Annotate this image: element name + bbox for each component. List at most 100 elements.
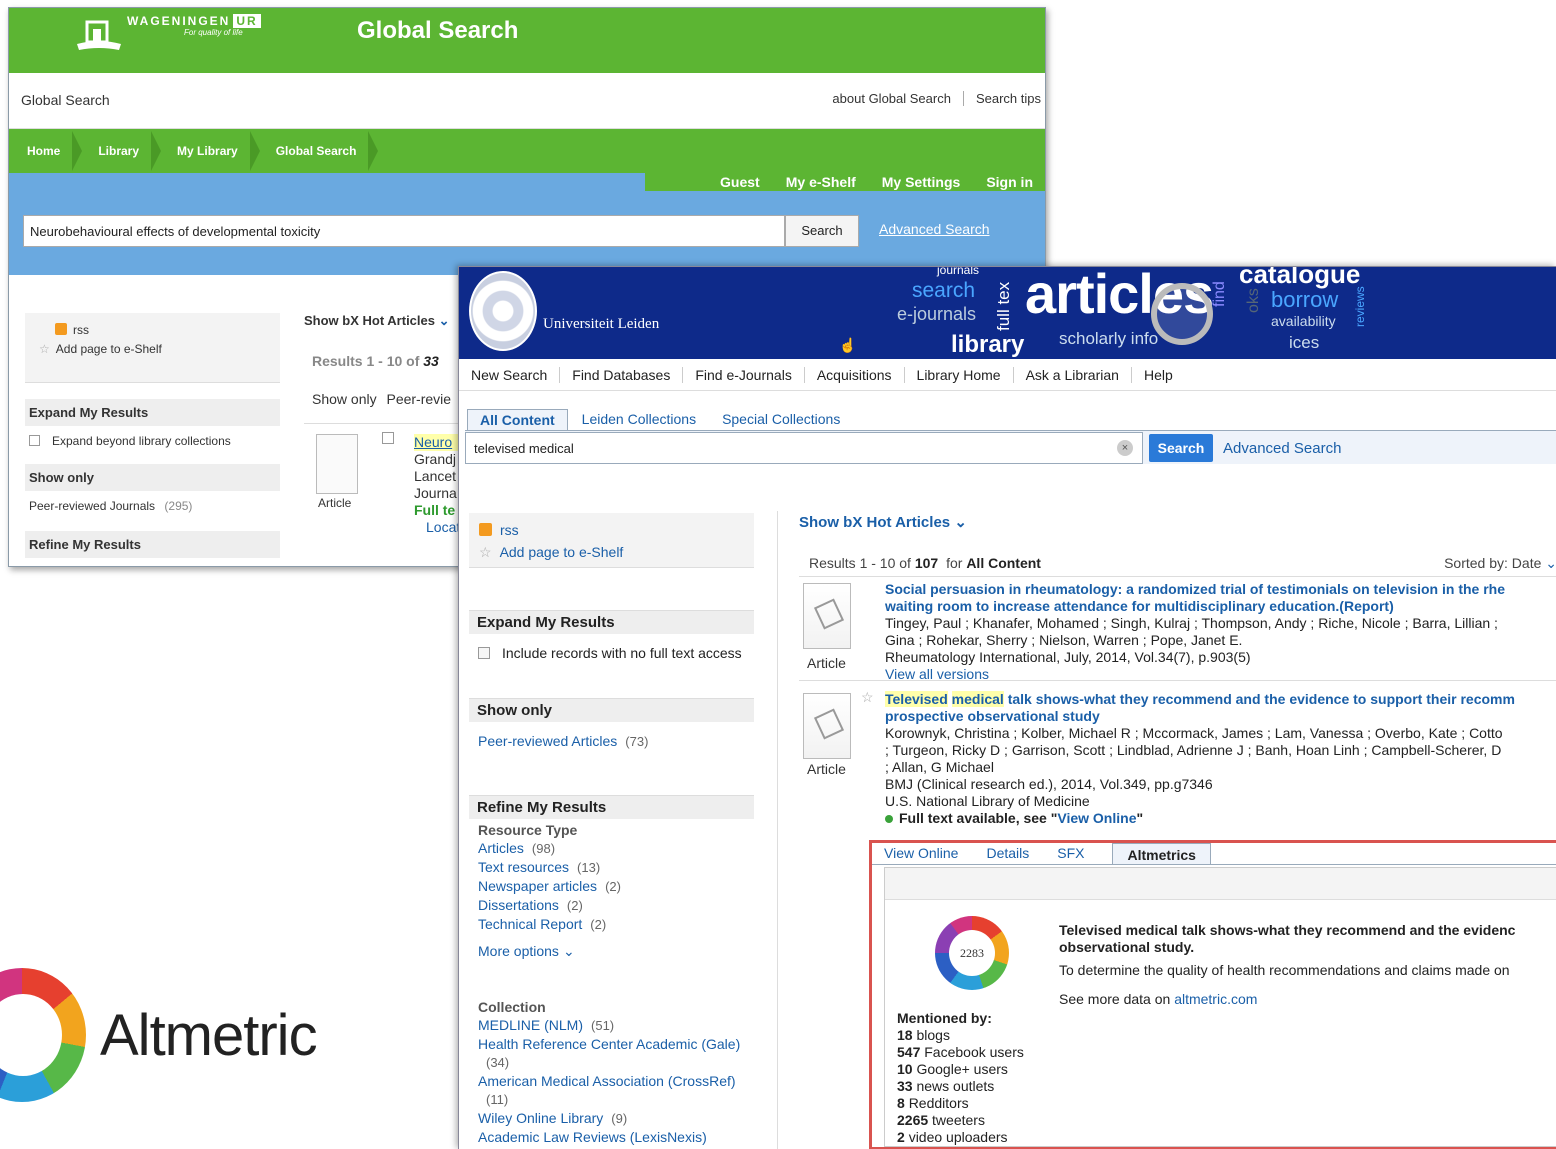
add-eshelf-link[interactable]: ☆ Add page to e-Shelf [479, 541, 754, 563]
search-button[interactable]: Search [785, 215, 859, 247]
facet-item[interactable]: Academic Law Reviews (LexisNexis) [478, 1128, 745, 1146]
advanced-search-link[interactable]: Advanced Search [1223, 440, 1341, 457]
altmetrics-panel: View Online Details SFX Altmetrics 2283 … [869, 840, 1556, 1149]
leiden-window: Universiteit Leiden journals search e-jo… [458, 266, 1556, 1149]
nav-help[interactable]: Help [1132, 367, 1185, 383]
university-seal-icon [469, 271, 537, 351]
star-icon[interactable]: ☆ [861, 689, 874, 706]
breadcrumb-global-search[interactable]: Global Search [276, 131, 379, 171]
peer-reviewed-link[interactable]: Peer-reviewed Articles (73) [469, 722, 754, 757]
breadcrumb-home[interactable]: Home [27, 131, 83, 171]
article-type-label: Article [807, 761, 846, 777]
select-checkbox[interactable] [382, 432, 394, 444]
sign-in-link[interactable]: Sign in [986, 174, 1033, 190]
banner-word: e-journals [897, 304, 977, 324]
facet-item[interactable]: Technical Report (2) [478, 915, 745, 934]
chevron-down-icon: ⌄ [1545, 555, 1556, 571]
wur-logo-icon [77, 20, 121, 50]
rss-link[interactable]: rss [479, 519, 754, 541]
sort-control[interactable]: Sorted by: Date ⌄ [1444, 555, 1556, 572]
peer-reviewed-link[interactable]: Peer-reviewed Journals (295) [25, 491, 280, 521]
mention-item: 2265 tweeters [897, 1112, 985, 1128]
breadcrumb-my-library[interactable]: My Library [177, 131, 260, 171]
record-title-cont[interactable]: prospective observational study [885, 708, 1556, 725]
clear-icon[interactable]: × [1117, 440, 1133, 456]
search-input[interactable]: Neurobehavioural effects of developmenta… [23, 215, 785, 247]
article-thumbnail-icon[interactable] [803, 583, 851, 649]
advanced-search-link[interactable]: Advanced Search [879, 221, 990, 237]
record-authors-cont: Gina ; Rohekar, Sherry ; Nielson, Warren… [885, 632, 1243, 648]
rss-block: rss ☆ Add page to e-Shelf [25, 313, 280, 383]
expand-option[interactable]: Expand beyond library collections [25, 426, 280, 456]
altmetric-donut-icon[interactable]: 2283 [935, 916, 1009, 990]
settings-link[interactable]: My Settings [882, 174, 961, 190]
mention-item: 2 video uploaders [897, 1129, 1008, 1145]
search-tips-link[interactable]: Search tips [962, 91, 1041, 106]
record-author: Grandj [414, 451, 457, 467]
altmetric-link[interactable]: altmetric.com [1174, 991, 1257, 1007]
magnifier-icon [1151, 283, 1213, 345]
nav-ask-librarian[interactable]: Ask a Librarian [1014, 366, 1132, 383]
add-eshelf-link[interactable]: ☆ Add page to e-Shelf [39, 340, 280, 359]
tab-special-collections[interactable]: Special Collections [710, 409, 852, 431]
tab-altmetrics[interactable]: Altmetrics [1112, 843, 1211, 864]
facet-item[interactable]: Wiley Online Library (9) [478, 1109, 745, 1128]
article-thumbnail-icon[interactable] [803, 693, 851, 759]
refine-heading: Refine My Results [469, 795, 754, 819]
rss-icon [479, 523, 492, 536]
e-shelf-link[interactable]: My e-Shelf [786, 174, 856, 190]
nav-find-databases[interactable]: Find Databases [560, 366, 684, 383]
record-authors: Korownyk, Christina ; Kolber, Michael R … [885, 725, 1503, 741]
checkbox[interactable] [478, 647, 490, 659]
altmetric-more: See more data on altmetric.com [1059, 991, 1258, 1007]
article-thumbnail-icon[interactable] [316, 434, 358, 494]
fulltext-status: Full te [414, 502, 456, 518]
facet-item[interactable]: MEDLINE (NLM) (51) [478, 1016, 745, 1035]
facet-item[interactable]: Text resources (13) [478, 858, 745, 877]
tab-leiden-collections[interactable]: Leiden Collections [570, 409, 708, 431]
tab-view-online[interactable]: View Online [884, 843, 972, 864]
search-input[interactable]: televised medical [465, 432, 1143, 464]
altmetric-wordmark: Altmetric [100, 1003, 318, 1068]
record-authors: Tingey, Paul ; Khanafer, Mohamed ; Singh… [885, 615, 1498, 631]
star-icon: ☆ [479, 544, 492, 560]
leiden-banner: Universiteit Leiden journals search e-jo… [459, 267, 1556, 359]
hot-articles-link[interactable]: Show bX Hot Articles ⌄ [799, 513, 1556, 531]
collection-facet: Collection MEDLINE (NLM) (51) Health Refe… [469, 992, 754, 1149]
nav-acquisitions[interactable]: Acquisitions [805, 366, 905, 383]
facet-item[interactable]: Newspaper articles (2) [478, 877, 745, 896]
facet-item[interactable]: Dissertations (2) [478, 896, 745, 915]
facet-item[interactable]: Articles (98) [478, 839, 745, 858]
record-title-cont[interactable]: waiting room to increase attendance for … [885, 598, 1556, 615]
altmetric-ring-icon [0, 968, 86, 1102]
wur-sidebar: rss ☆ Add page to e-Shelf Expand My Resul… [25, 313, 280, 558]
rss-link[interactable]: rss [55, 321, 280, 340]
banner-word: ices [1289, 333, 1320, 352]
results-summary: Results 1 - 10 of 107 for All Content So… [799, 555, 1556, 577]
subbar-label: Global Search [21, 92, 110, 108]
tab-all-content[interactable]: All Content [467, 409, 568, 431]
facet-item[interactable]: American Medical Association (CrossRef)(… [478, 1072, 745, 1109]
altmetric-title-cont: observational study. [1059, 939, 1195, 955]
view-online-link[interactable]: View Online [1057, 810, 1136, 826]
breadcrumb: Home Library My Library Global Search [9, 129, 1045, 173]
nav-new-search[interactable]: New Search [471, 366, 561, 383]
expand-option[interactable]: Include records with no full text access [469, 634, 754, 668]
locate-link[interactable]: Locat [414, 519, 460, 536]
divider [777, 511, 778, 1149]
record-title[interactable]: Social persuasion in rheumatology: a ran… [885, 581, 1556, 598]
search-button[interactable]: Search [1149, 434, 1213, 462]
about-link[interactable]: about Global Search [820, 91, 963, 106]
record-title[interactable]: Televised medical talk shows-what they r… [885, 691, 1556, 708]
wur-header: WAGENINGEN UR For quality of life Global … [9, 8, 1045, 73]
record-title[interactable]: Neuro [414, 434, 461, 451]
checkbox[interactable] [29, 435, 40, 446]
breadcrumb-library[interactable]: Library [98, 131, 161, 171]
nav-library-home[interactable]: Library Home [905, 366, 1014, 383]
more-options-link[interactable]: More options ⌄ [478, 942, 745, 960]
tab-sfx[interactable]: SFX [1057, 843, 1098, 864]
tab-details[interactable]: Details [986, 843, 1043, 864]
facet-item[interactable]: Health Reference Center Academic (Gale)(… [478, 1035, 745, 1072]
rss-block: rss ☆ Add page to e-Shelf [469, 513, 754, 568]
nav-find-ejournals[interactable]: Find e-Journals [683, 366, 805, 383]
